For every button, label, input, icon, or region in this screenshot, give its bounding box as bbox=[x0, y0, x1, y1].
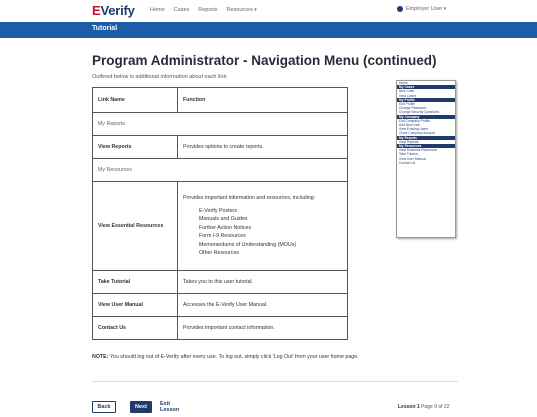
function-view-essential-resources: Provides important information and resou… bbox=[177, 181, 348, 271]
page-title: Program Administrator - Navigation Menu … bbox=[92, 53, 437, 68]
table-row-contact-us: Contact Us Provides important contact in… bbox=[92, 316, 348, 340]
list-item: Form I-9 Resources bbox=[199, 233, 246, 239]
list-item: Other Resources bbox=[199, 250, 240, 256]
list-item: Manuals and Guides bbox=[199, 216, 248, 222]
lesson-label: Lesson 1 bbox=[398, 404, 420, 410]
header-function: Function bbox=[177, 87, 348, 113]
nav-resources-dropdown[interactable]: Resources bbox=[227, 7, 257, 13]
user-menu-label: Employer User bbox=[406, 6, 446, 12]
section-my-resources: My Resources bbox=[92, 158, 348, 182]
tutorial-bar: Tutorial bbox=[0, 22, 537, 38]
menu-item: Contact Us bbox=[399, 160, 416, 165]
links-table: Link Name Function My Reports View Repor… bbox=[92, 87, 348, 340]
footer-divider bbox=[92, 381, 458, 382]
logout-note: NOTE: You should log out of E-Verify aft… bbox=[92, 354, 359, 360]
exit-lesson-link[interactable]: Exit Lesson bbox=[160, 401, 190, 413]
link-view-user-manual: View User Manual bbox=[92, 293, 178, 317]
note-label: NOTE: bbox=[92, 354, 109, 360]
header-link-name: Link Name bbox=[92, 87, 178, 113]
note-text: You should log out of E-Verify after eve… bbox=[109, 354, 359, 360]
nav-reports-link[interactable]: Reports bbox=[198, 7, 217, 13]
logo-text: Verify bbox=[100, 3, 135, 18]
nav-cases-link[interactable]: Cases bbox=[174, 7, 190, 13]
table-row-my-resources: My Resources bbox=[92, 158, 348, 182]
link-contact-us: Contact Us bbox=[92, 316, 178, 340]
function-view-reports: Provides options to create reports. bbox=[177, 135, 348, 159]
section-my-reports: My Reports bbox=[92, 112, 348, 136]
everify-logo[interactable]: EVerify bbox=[92, 3, 135, 18]
function-view-user-manual: Accesses the E-Verify User Manual. bbox=[177, 293, 348, 317]
list-item: Memorandums of Understanding (MOUs) bbox=[199, 241, 297, 248]
function-take-tutorial: Takes you to this user tutorial. bbox=[177, 270, 348, 294]
back-button[interactable]: Back bbox=[92, 401, 116, 413]
table-row-view-manual: View User Manual Accesses the E-Verify U… bbox=[92, 293, 348, 317]
page-subtitle: Outlined below is additional information… bbox=[92, 74, 228, 80]
list-item: Further Action Notices bbox=[199, 224, 252, 231]
link-take-tutorial: Take Tutorial bbox=[92, 270, 178, 294]
essential-intro: Provides important information and resou… bbox=[183, 194, 316, 201]
table-header-row: Link Name Function bbox=[92, 87, 348, 113]
function-contact-us: Provides important contact information. bbox=[177, 316, 348, 340]
nav-home-link[interactable]: Home bbox=[150, 7, 165, 13]
table-row-take-tutorial: Take Tutorial Takes you to this user tut… bbox=[92, 270, 348, 294]
top-navigation: EVerify Home Cases Reports Resources Emp… bbox=[0, 0, 537, 22]
list-item: E-Verify Posters bbox=[199, 207, 237, 214]
user-icon bbox=[397, 6, 403, 12]
link-view-reports: View Reports bbox=[92, 135, 178, 159]
table-row-my-reports: My Reports bbox=[92, 112, 348, 136]
table-row-view-reports: View Reports Provides options to create … bbox=[92, 135, 348, 159]
lesson-progress: Lesson 1 Page 9 of 22 bbox=[398, 404, 449, 410]
tutorial-bar-label: Tutorial bbox=[92, 25, 118, 32]
nav-links: Home Cases Reports Resources bbox=[150, 7, 257, 13]
essential-resources-list: E-Verify Posters Manuals and Guides Furt… bbox=[183, 207, 342, 258]
page-label: Page 9 of 22 bbox=[421, 404, 450, 410]
next-button[interactable]: Next bbox=[130, 401, 152, 413]
table-row-view-essential: View Essential Resources Provides import… bbox=[92, 181, 348, 271]
navigation-menu-image: Home My Cases New Case View Cases My Pro… bbox=[396, 80, 456, 238]
user-menu[interactable]: Employer User bbox=[397, 6, 446, 12]
link-view-essential-resources: View Essential Resources bbox=[92, 181, 178, 271]
